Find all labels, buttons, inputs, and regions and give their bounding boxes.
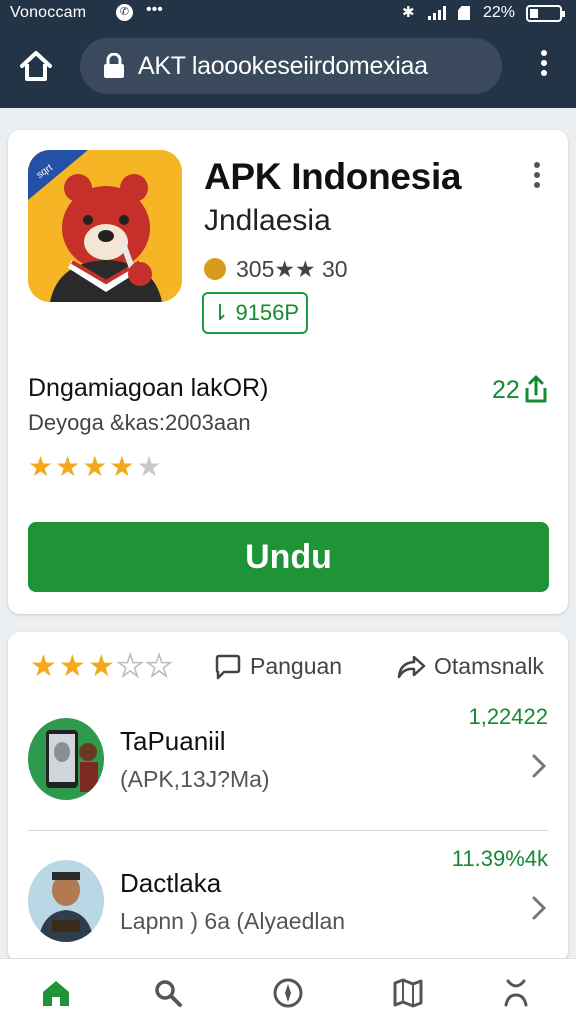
chevron-right-icon[interactable] [530,752,548,780]
avatar [28,860,104,942]
lock-icon [104,53,124,78]
star-empty-icon: ★ [136,451,162,482]
share-count: 22 [492,376,520,404]
app-description-title: Dngamiagoan lakOR) [28,374,269,402]
list-item-subtitle: (APK,13J?Ma) [120,766,270,792]
star-empty-icon: ★ [116,650,144,683]
share-label: Otamsnalk [434,653,544,679]
app-meta-text: 305★★ 30 [236,256,348,282]
app-publisher: Jndlaesia [204,204,331,237]
app-meta: 305★★ 30 [204,256,348,283]
list-item-count: 1,22422 [468,704,548,729]
related-card: ★★★★★ Panguan Otamsnalk TaPuaniil (APK,1… [8,632,568,962]
star-filled-icon: ★ [82,451,108,482]
list-item[interactable]: Dactlaka Lapnn ) 6a (Alyaedlan 11.39%4k [8,846,568,964]
star-filled-icon: ★ [30,650,57,683]
app-icon-image: sqrt [28,150,182,302]
browser-menu-icon[interactable] [532,50,556,82]
app-name: APK Indonesia [204,156,462,197]
map-icon[interactable] [392,977,424,1009]
app-description-subtitle: Deyoga &kas:2003aan [28,410,251,435]
star-empty-icon: ★ [145,650,173,683]
star-filled-icon: ★ [55,451,81,482]
comment-icon [215,654,241,680]
list-item-subtitle: Lapnn ) 6a (Alyaedlan [120,908,346,934]
app-rating-stars: ★★★★★ [28,452,164,482]
battery-level [530,9,538,18]
address-bar[interactable]: AKT laoookeseiirdomexiaa [80,38,502,94]
home-icon[interactable] [18,48,54,84]
star-filled-icon: ★ [58,650,86,683]
app-card: sqrt APK Indonesia Jndlaesia 305★★ 30 ⇂ … [8,130,568,614]
carrier-name: Vonoccam [10,4,87,21]
download-button[interactable]: Undu [28,522,549,592]
sim-icon [458,6,470,20]
compass-icon[interactable] [272,977,304,1009]
whatsapp-icon: ✆ [116,4,133,21]
bottom-navigation [0,958,576,1024]
share-button[interactable]: Otamsnalk [396,650,544,682]
avatar [28,718,104,800]
review-rating-stars[interactable]: ★★★★★ [30,650,175,683]
status-bar: Vonoccam ✆ ••• ✱ 22% [0,0,576,28]
battery-percent: 22% [483,4,516,21]
star-filled-icon: ★ [109,451,135,482]
star-filled-icon: ★ [28,451,54,482]
forward-icon [397,655,426,679]
list-item-title: TaPuaniil [120,726,226,756]
url-text: AKT laoookeseiirdomexiaa [138,52,428,80]
battery-icon [526,5,565,22]
chevron-right-icon[interactable] [530,894,548,922]
home-icon[interactable] [40,977,72,1009]
search-icon[interactable] [152,977,184,1009]
bluetooth-icon: ✱ [402,4,415,21]
app-more-options-icon[interactable] [530,162,544,192]
list-item-title: Dactlaka [120,868,222,898]
divider [28,830,548,831]
top-bar: Vonoccam ✆ ••• ✱ 22% AKT laoookeseiirdom… [0,0,576,108]
list-item[interactable]: TaPuaniil (APK,13J?Ma) 1,22422 [8,704,568,822]
signal-icon [428,6,446,20]
share-icon[interactable] [522,374,550,404]
review-label: Panguan [250,653,343,679]
review-button[interactable]: Panguan [214,650,342,682]
person-icon[interactable] [500,977,532,1009]
more-notifications-icon: ••• [146,1,163,18]
star-filled-icon: ★ [87,650,115,683]
emoji-icon [204,258,226,280]
list-item-count: 11.39%4k [451,846,548,871]
price-badge: ⇂ 9156P [202,292,308,334]
app-icon: sqrt [28,150,182,302]
